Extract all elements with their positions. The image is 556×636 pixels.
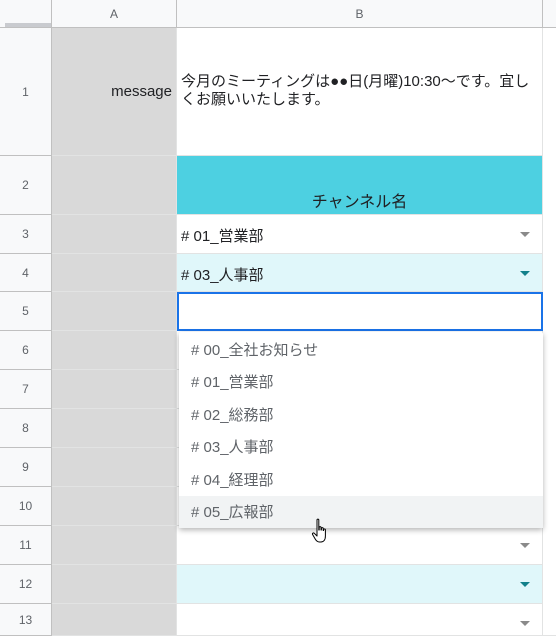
cell-a7[interactable] [52,370,177,409]
row-header-13[interactable]: 13 [0,604,52,636]
dropdown-option[interactable]: # 01_営業部 [179,366,543,399]
cell-a6[interactable] [52,331,177,370]
dropdown-option-hovered[interactable]: # 05_広報部 [179,495,543,528]
message-label: message [111,83,172,100]
cell-a3[interactable] [52,215,177,254]
row-header-7[interactable]: 7 [0,370,52,409]
cell-a5[interactable] [52,292,177,331]
row-header-11[interactable]: 11 [0,526,52,565]
cell-b13[interactable] [177,604,543,636]
cell-b5-editor-input[interactable] [177,292,543,331]
row-header-6[interactable]: 6 [0,331,52,370]
dropdown-arrow-icon[interactable] [520,232,530,237]
dropdown-arrow-icon[interactable] [520,271,530,276]
channel-value-b4: # 03_人事部 [181,267,264,284]
cell-a1[interactable]: message [52,28,177,156]
cell-a8[interactable] [52,409,177,448]
channel-dropdown-list: # 00_全社お知らせ # 01_営業部 # 02_総務部 # 03_人事部 #… [179,332,543,528]
cell-a11[interactable] [52,526,177,565]
cell-a10[interactable] [52,487,177,526]
message-text: 今月のミーティングは●●日(月曜)10:30～です。宜しくお願いいたします。 [181,73,530,108]
dropdown-option[interactable]: # 00_全社お知らせ [179,333,543,366]
dropdown-arrow-icon[interactable] [520,543,530,548]
column-header-b[interactable]: B [177,0,543,28]
column-header-a[interactable]: A [52,0,177,28]
cell-a13[interactable] [52,604,177,636]
channel-value-b3: # 01_営業部 [181,228,264,245]
cell-b4[interactable]: # 03_人事部 [177,254,543,292]
row-header-3[interactable]: 3 [0,215,52,254]
dropdown-option[interactable]: # 04_経理部 [179,463,543,496]
dropdown-arrow-icon[interactable] [520,582,530,587]
cell-b2-header[interactable]: チャンネル名 [177,156,543,215]
row-header-9[interactable]: 9 [0,448,52,487]
cell-a12[interactable] [52,565,177,604]
cell-b12[interactable] [177,565,543,604]
column-c-cells[interactable] [543,28,556,636]
row-header-2[interactable]: 2 [0,156,52,215]
row-header-12[interactable]: 12 [0,565,52,604]
row-header-5[interactable]: 5 [0,292,52,331]
row-header-1[interactable]: 1 [0,28,52,156]
row-header-8[interactable]: 8 [0,409,52,448]
channel-name-header: チャンネル名 [311,194,408,211]
cell-b11[interactable] [177,526,543,565]
cell-b1[interactable]: 今月のミーティングは●●日(月曜)10:30～です。宜しくお願いいたします。 [177,28,543,156]
cell-a9[interactable] [52,448,177,487]
dropdown-arrow-icon[interactable] [520,621,530,626]
dropdown-option[interactable]: # 03_人事部 [179,431,543,464]
select-all-corner[interactable] [0,0,52,28]
hand-cursor-icon [311,518,326,543]
cell-a4[interactable] [52,254,177,292]
cell-b3[interactable]: # 01_営業部 [177,215,543,254]
column-header-c[interactable] [543,0,556,28]
cell-a2[interactable] [52,156,177,215]
row-header-10[interactable]: 10 [0,487,52,526]
dropdown-option[interactable]: # 02_総務部 [179,398,543,431]
row-header-4[interactable]: 4 [0,254,52,292]
